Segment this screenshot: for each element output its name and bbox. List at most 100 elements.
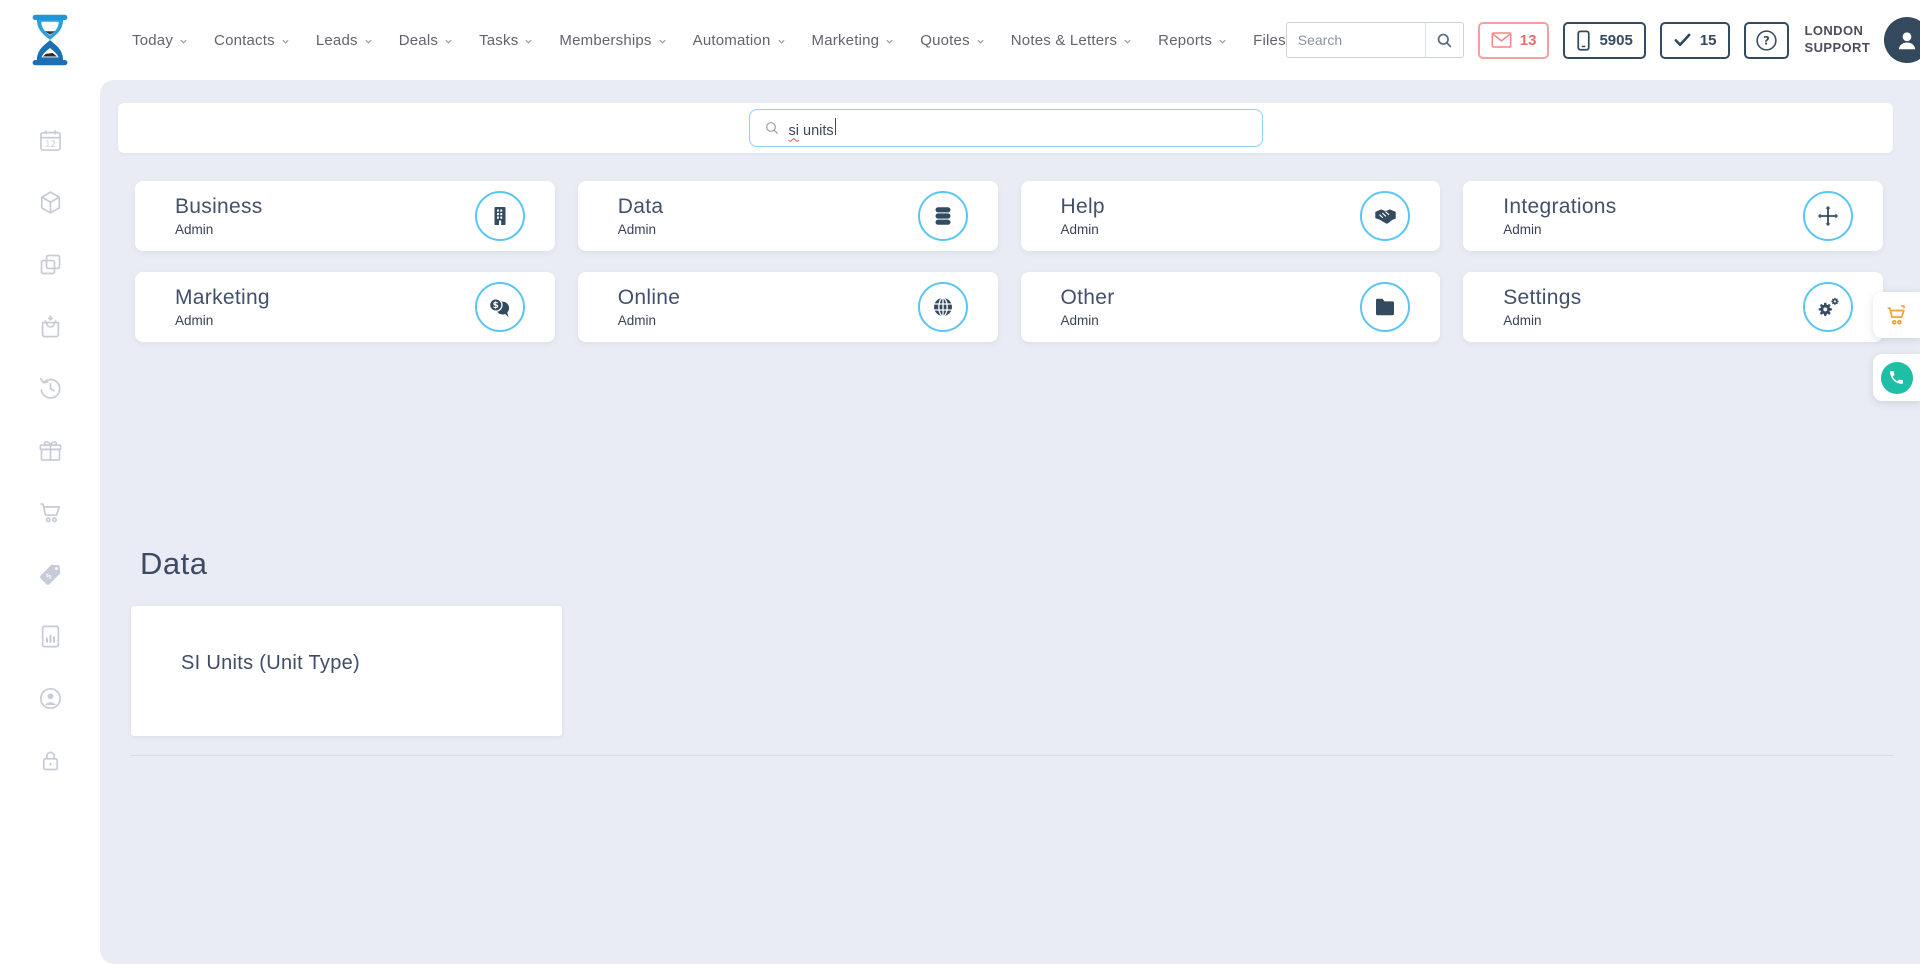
price-tag-icon[interactable]: $ xyxy=(37,561,64,588)
result-label: SI Units (Unit Type) xyxy=(181,652,361,674)
top-header: Today Contacts Leads Deals Tasks Members… xyxy=(0,0,1920,80)
result-card-si-units[interactable]: SI Units (Unit Type) xyxy=(131,606,562,736)
card-subtitle: Admin xyxy=(175,222,214,237)
svg-text:?: ? xyxy=(1763,33,1770,47)
category-card-online[interactable]: Online Admin xyxy=(577,272,998,342)
padlock-icon[interactable] xyxy=(37,747,64,774)
cart-icon xyxy=(1887,304,1906,325)
category-card-marketing[interactable]: Marketing Admin $ xyxy=(135,272,555,342)
header-actions: 13 5905 15 ? LONDON SUPPORT xyxy=(1285,17,1920,63)
card-subtitle: Admin xyxy=(1503,313,1542,328)
main-nav: Today Contacts Leads Deals Tasks Members… xyxy=(132,32,1286,49)
text-caret xyxy=(834,117,837,135)
nav-item-deals[interactable]: Deals xyxy=(399,32,453,49)
history-icon[interactable] xyxy=(37,375,64,402)
folder-icon xyxy=(1360,282,1411,332)
phone-widget[interactable] xyxy=(1873,354,1920,401)
handshake-icon xyxy=(1360,191,1411,241)
help-button[interactable]: ? xyxy=(1743,21,1789,59)
nav-item-tasks[interactable]: Tasks xyxy=(479,32,533,49)
nav-item-memberships[interactable]: Memberships xyxy=(559,32,666,49)
person-icon xyxy=(1899,32,1916,50)
card-subtitle: Admin xyxy=(1060,313,1099,328)
avatar[interactable] xyxy=(1884,17,1920,63)
chevron-down-icon xyxy=(525,39,533,44)
chat-dollar-icon: $ xyxy=(474,282,525,332)
category-card-integrations[interactable]: Integrations Admin xyxy=(1463,181,1883,251)
search-icon[interactable] xyxy=(1424,23,1463,57)
tasks-badge[interactable]: 15 xyxy=(1659,21,1730,59)
nav-item-automation[interactable]: Automation xyxy=(693,32,786,49)
bag-receive-icon[interactable] xyxy=(37,313,64,340)
calendar-12-icon[interactable]: 12 xyxy=(37,127,64,154)
shopping-cart-icon[interactable] xyxy=(37,499,64,526)
move-arrows-icon xyxy=(1803,191,1853,241)
category-cards: Business Admin Data Admin Help Admin Int… xyxy=(135,181,1883,342)
nav-item-leads[interactable]: Leads xyxy=(316,32,373,49)
admin-search-input[interactable]: si units xyxy=(748,109,1263,147)
chevron-down-icon xyxy=(1219,39,1226,44)
messages-badge[interactable]: 13 xyxy=(1477,21,1550,59)
card-subtitle: Admin xyxy=(1060,222,1099,237)
card-title: Other xyxy=(1060,286,1115,309)
chevron-down-icon xyxy=(1124,39,1131,44)
nav-item-files[interactable]: Files xyxy=(1253,32,1286,49)
nav-item-reports[interactable]: Reports xyxy=(1158,32,1227,49)
nav-item-contacts[interactable]: Contacts xyxy=(214,32,290,49)
category-card-help[interactable]: Help Admin xyxy=(1020,181,1441,251)
category-card-business[interactable]: Business Admin xyxy=(135,181,555,251)
chevron-down-icon xyxy=(282,39,289,44)
gears-icon xyxy=(1803,282,1853,332)
section-divider xyxy=(131,755,1893,756)
card-title: Online xyxy=(617,286,681,309)
category-card-data[interactable]: Data Admin xyxy=(577,181,998,251)
sidebar: 12 $ xyxy=(0,80,100,969)
question-mark-icon: ? xyxy=(1755,29,1777,51)
envelope-icon xyxy=(1491,32,1512,48)
nav-item-notes-letters[interactable]: Notes & Letters xyxy=(1011,32,1132,49)
calls-badge[interactable]: 5905 xyxy=(1563,21,1646,59)
user-circle-icon[interactable] xyxy=(37,685,64,712)
card-title: Settings xyxy=(1503,286,1582,309)
nav-item-today[interactable]: Today xyxy=(132,32,188,49)
section-heading: Data xyxy=(140,546,208,581)
card-subtitle: Admin xyxy=(175,313,214,328)
globe-icon xyxy=(917,282,968,332)
chevron-down-icon xyxy=(365,39,372,44)
gift-icon[interactable] xyxy=(37,437,64,464)
phone-circle xyxy=(1880,361,1913,394)
category-card-settings[interactable]: Settings Admin xyxy=(1463,272,1883,342)
main-content: si units Business Admin Data Admin Help xyxy=(100,80,1920,964)
mobile-phone-icon xyxy=(1577,29,1591,51)
header-search-input[interactable] xyxy=(1286,32,1425,48)
report-document-icon[interactable] xyxy=(37,623,64,650)
chevron-down-icon xyxy=(659,39,666,44)
chevron-down-icon xyxy=(180,39,187,44)
app-logo[interactable] xyxy=(30,13,70,67)
category-card-other[interactable]: Other Admin xyxy=(1020,272,1441,342)
admin-search-bar: si units xyxy=(118,103,1893,153)
card-title: Business xyxy=(175,195,263,218)
hourglass-logo-icon xyxy=(32,14,68,66)
search-icon xyxy=(765,122,778,134)
chevron-down-icon xyxy=(445,39,452,44)
card-subtitle: Admin xyxy=(1503,222,1542,237)
svg-text:12: 12 xyxy=(45,139,56,149)
database-icon xyxy=(917,191,968,241)
user-name: LONDON SUPPORT xyxy=(1804,23,1871,55)
chevron-down-icon xyxy=(977,39,984,44)
svg-text:$: $ xyxy=(493,301,499,311)
cart-widget[interactable] xyxy=(1873,292,1920,338)
package-cube-icon[interactable] xyxy=(37,189,64,216)
nav-item-quotes[interactable]: Quotes xyxy=(920,32,985,49)
card-title: Integrations xyxy=(1503,195,1617,218)
chevron-down-icon xyxy=(886,39,893,44)
chevron-down-icon xyxy=(777,39,785,44)
checkmark-icon xyxy=(1674,33,1691,47)
card-title: Data xyxy=(617,195,664,218)
building-icon xyxy=(474,191,525,241)
phone-icon xyxy=(1890,371,1903,384)
copy-pages-icon[interactable] xyxy=(37,251,64,278)
card-title: Marketing xyxy=(175,286,270,309)
nav-item-marketing[interactable]: Marketing xyxy=(812,32,895,49)
